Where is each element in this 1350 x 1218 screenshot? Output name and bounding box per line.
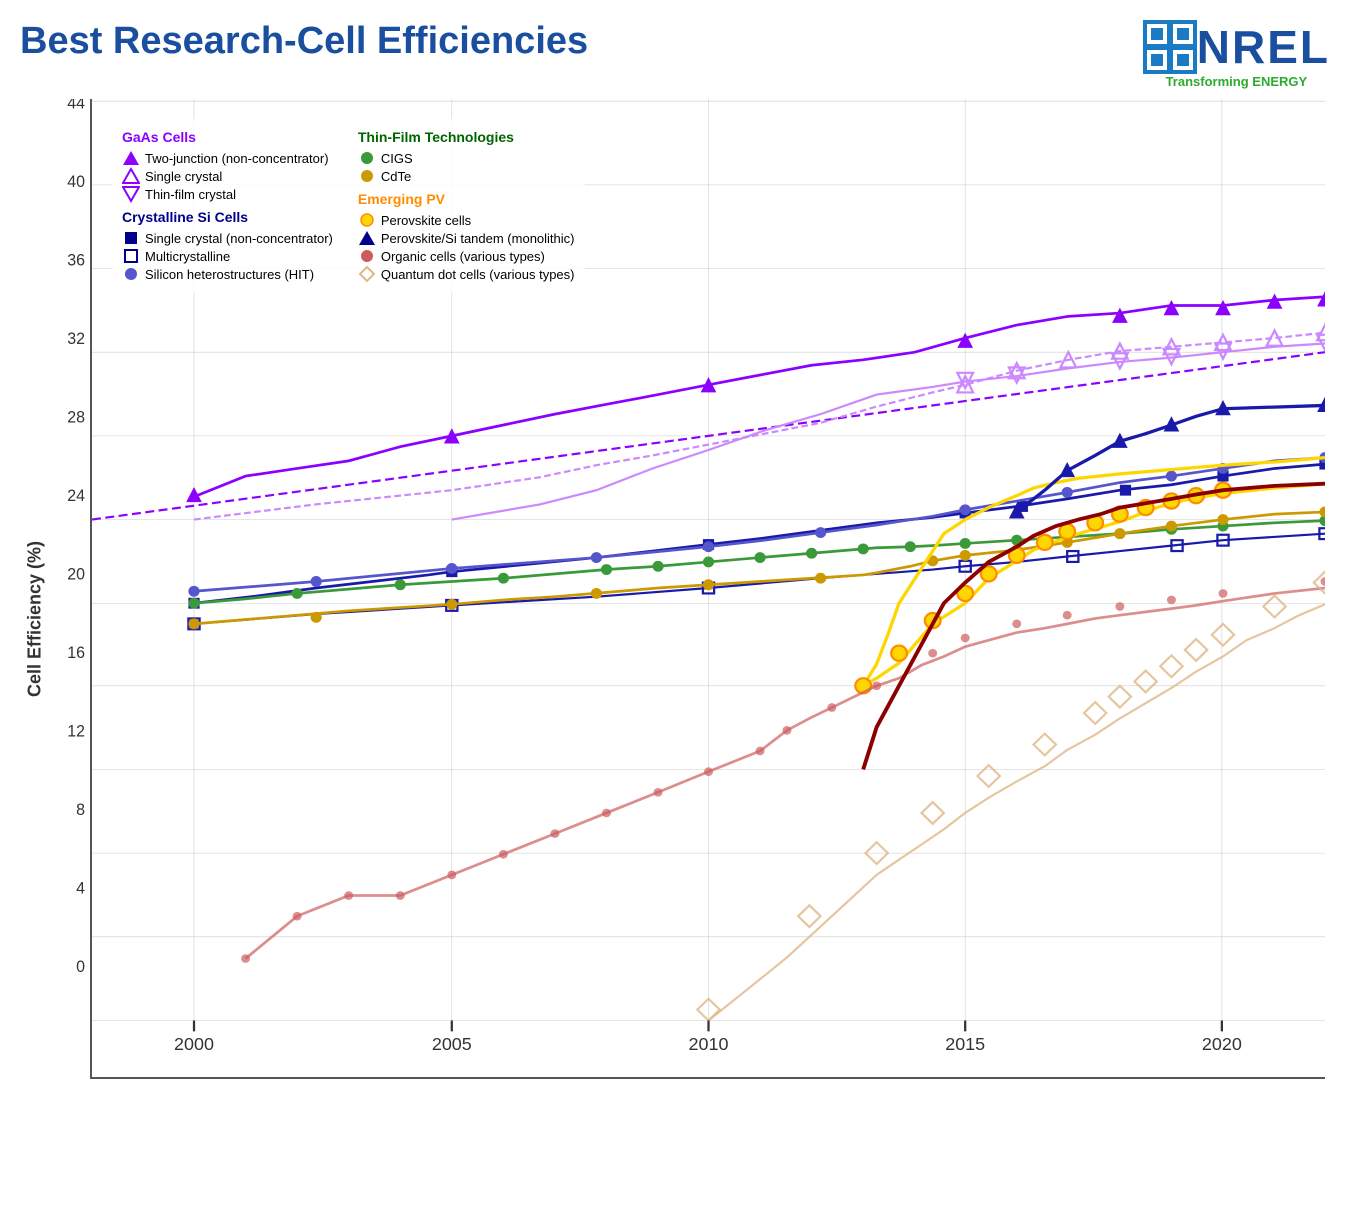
chart-container: Cell Efficiency (%) 0 4 8 12 16 20 24 28…	[20, 99, 1330, 1079]
svg-text:16: 16	[67, 644, 85, 662]
legend-gaas-title: GaAs Cells	[122, 129, 333, 145]
nrel-icon	[1143, 20, 1197, 74]
legend-cigs: CIGS	[358, 149, 575, 167]
legend-perovskite: Perovskite cells	[358, 211, 575, 229]
svg-text:44: 44	[67, 99, 85, 112]
legend-si-title: Crystalline Si Cells	[122, 209, 333, 225]
legend-gaas: GaAs Cells Two-junction (non-concentrato…	[122, 129, 333, 283]
legend-cdte: CdTe	[358, 167, 575, 185]
svg-text:12: 12	[67, 722, 85, 740]
y-ticks-container: 0 4 8 12 16 20 24 28 32 36 40 44	[50, 99, 90, 1079]
nrel-name: NREL	[1197, 20, 1330, 74]
y-ticks-svg: 0 4 8 12 16 20 24 28 32 36 40 44	[50, 99, 90, 1029]
page-title: Best Research-Cell Efficiencies	[20, 20, 588, 63]
right-labels-container: 32.9% 29.8% 29.1% 27.8%	[1330, 99, 1350, 1077]
svg-text:2005: 2005	[432, 1034, 472, 1054]
legend-organic: Organic cells (various types)	[358, 247, 575, 265]
svg-text:32: 32	[67, 330, 85, 348]
legend-thinfilm: Thin-Film Technologies CIGS CdTe Emergin…	[358, 129, 575, 283]
svg-text:8: 8	[76, 801, 85, 819]
svg-text:2015: 2015	[945, 1034, 985, 1054]
svg-text:2020: 2020	[1202, 1034, 1242, 1054]
svg-text:0: 0	[76, 958, 85, 976]
svg-text:2010: 2010	[689, 1034, 729, 1054]
legend-si-item3: Silicon heterostructures (HIT)	[122, 265, 333, 283]
legend-gaas-item1: Two-junction (non-concentrator)	[122, 149, 333, 167]
svg-text:28: 28	[67, 408, 85, 426]
legend-gaas-item3: Thin-film crystal	[122, 185, 333, 203]
legend-perovskite-si: Perovskite/Si tandem (monolithic)	[358, 229, 575, 247]
y-axis-label: Cell Efficiency (%)	[20, 99, 50, 1079]
svg-text:36: 36	[67, 251, 85, 269]
legend-si-item2: Multicrystalline	[122, 247, 333, 265]
legend-qdot: Quantum dot cells (various types)	[358, 265, 575, 283]
svg-text:24: 24	[67, 487, 85, 505]
legend-emerging-title: Emerging PV	[358, 191, 575, 207]
page-container: Best Research-Cell Efficiencies NREL	[0, 0, 1350, 1218]
legend-gaas-item2: Single crystal	[122, 167, 333, 185]
legend-thinfilm-title: Thin-Film Technologies	[358, 129, 575, 145]
svg-text:4: 4	[76, 879, 85, 897]
svg-text:20: 20	[67, 565, 85, 583]
title-area: Best Research-Cell Efficiencies NREL	[20, 20, 1330, 89]
nrel-tagline: Transforming ENERGY	[1166, 74, 1308, 89]
nrel-logo: NREL Transforming ENERGY	[1143, 20, 1330, 89]
legend: GaAs Cells Two-junction (non-concentrato…	[112, 119, 585, 293]
legend-si-item1: Single crystal (non-concentrator)	[122, 229, 333, 247]
svg-text:40: 40	[67, 173, 85, 191]
plot-area: 2000 2005 2010 2015 2020 GaAs Cells	[90, 99, 1325, 1079]
svg-text:2000: 2000	[174, 1034, 214, 1054]
